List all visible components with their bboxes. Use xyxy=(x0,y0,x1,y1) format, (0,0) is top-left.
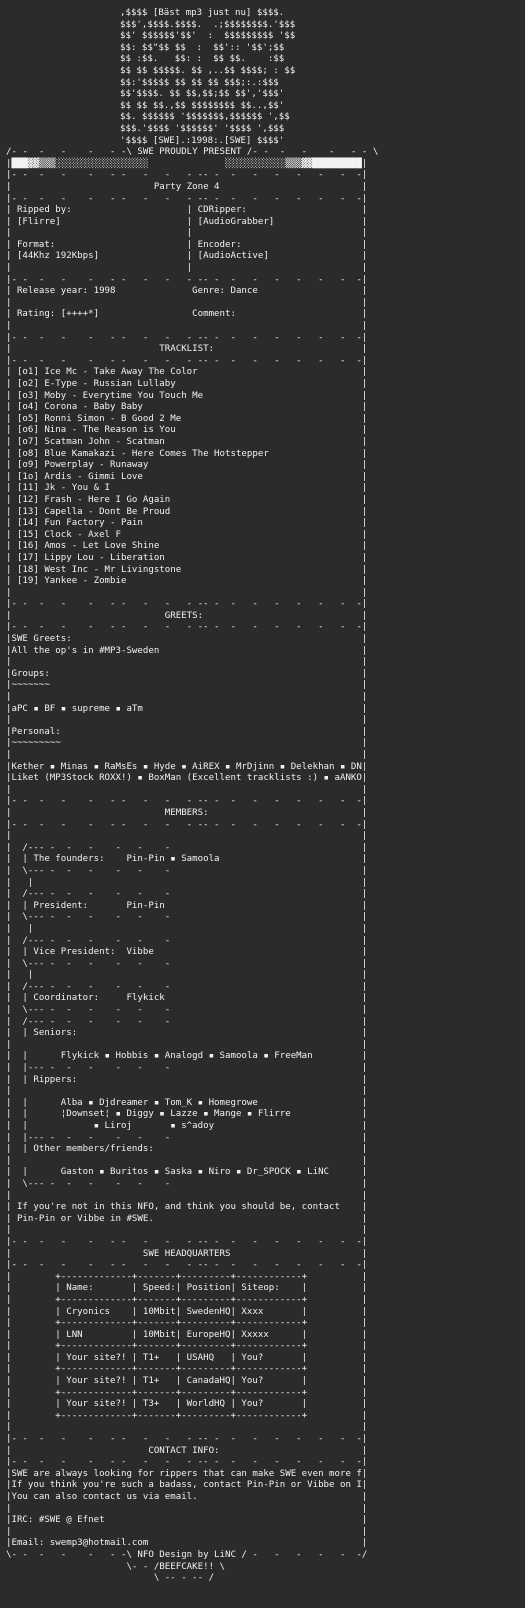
swe-ascii-logo: ,$$$$ [Bäst mp3 just nu] $$$$. $$$',$$$$… xyxy=(120,8,296,146)
nfo-document: ,$$$$ [Bäst mp3 just nu] $$$$. $$$',$$$$… xyxy=(0,0,525,1608)
nfo-body: /- - - - - - -\ SWE PROUDLY PRESENT /- -… xyxy=(6,147,379,1584)
